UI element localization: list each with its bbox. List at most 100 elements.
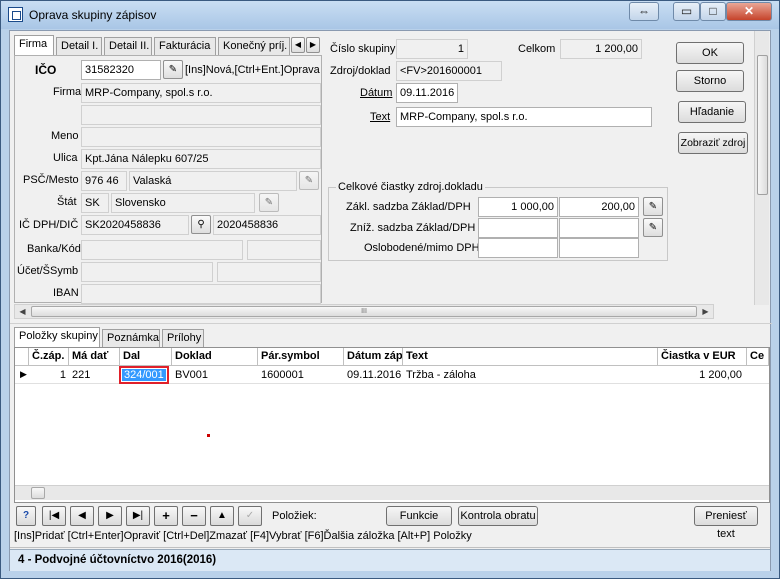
chevron-left-icon: ◀ bbox=[294, 40, 302, 49]
icdph-field[interactable]: SK2020458836 bbox=[81, 215, 189, 235]
ziz-dph-field[interactable] bbox=[559, 218, 639, 238]
form-vertical-scrollbar[interactable] bbox=[754, 31, 769, 305]
delete-record-button[interactable]: − bbox=[182, 506, 206, 526]
ziz-zaklad-field[interactable] bbox=[478, 218, 558, 238]
prev-record-button[interactable]: ◀ bbox=[70, 506, 94, 526]
minimize-button[interactable]: ▭ bbox=[673, 2, 700, 21]
cell-ma-dat[interactable]: 221 bbox=[69, 367, 120, 384]
add-record-button[interactable]: + bbox=[154, 506, 178, 526]
cell-cislo[interactable]: 1 bbox=[29, 367, 69, 384]
tab-prilohy[interactable]: Prílohy bbox=[162, 329, 204, 347]
col-text[interactable]: Text bbox=[403, 348, 658, 365]
close-icon: ✕ bbox=[743, 4, 755, 18]
post-record-button[interactable]: ✓ bbox=[238, 506, 262, 526]
cell-datum[interactable]: 09.11.2016 bbox=[344, 367, 403, 384]
zakl-zaklad-field[interactable]: 1 000,00 bbox=[478, 197, 558, 217]
next-record-button[interactable]: ▶ bbox=[98, 506, 122, 526]
col-dal[interactable]: Dal bbox=[120, 348, 172, 365]
psc-field[interactable]: 976 46 bbox=[81, 171, 127, 191]
tab-scroll-left[interactable]: ◀ bbox=[291, 37, 305, 53]
col-ce[interactable]: Ce bbox=[747, 348, 769, 365]
zdroj-doklad-field[interactable]: <FV>201600001 bbox=[396, 61, 502, 81]
grid-hscroll-thumb[interactable] bbox=[31, 487, 45, 499]
ucet-field[interactable] bbox=[81, 262, 213, 282]
tab-poznamka[interactable]: Poznámka bbox=[102, 329, 160, 347]
mesto-lookup-button[interactable]: ✎ bbox=[299, 171, 319, 190]
hladanie-button[interactable]: Hľadanie bbox=[678, 101, 746, 123]
tab-firma[interactable]: Firma bbox=[14, 35, 54, 55]
datum-field[interactable]: 09.11.2016 bbox=[396, 83, 458, 103]
scroll-left-icon[interactable]: ◀ bbox=[15, 305, 30, 318]
icdph-label: IČ DPH/DIČ bbox=[19, 219, 79, 231]
firma-field-2[interactable] bbox=[81, 105, 321, 125]
last-record-button[interactable]: ▶| bbox=[126, 506, 150, 526]
vscroll-thumb[interactable] bbox=[757, 55, 768, 195]
ico-input[interactable]: 31582320 bbox=[81, 60, 161, 80]
table-row[interactable]: ▶ 1 221 324/001 BV001 1600001 09.11.2016… bbox=[15, 366, 769, 384]
zobrazit-zdroj-button[interactable]: Zobraziť zdroj bbox=[678, 132, 748, 154]
first-record-button[interactable]: |◀ bbox=[42, 506, 66, 526]
tab-polozky-skupiny[interactable]: Položky skupiny bbox=[14, 327, 100, 347]
app-icon bbox=[8, 7, 23, 22]
restore-size-button[interactable]: ⇔ bbox=[629, 2, 659, 21]
text-field[interactable]: MRP-Company, spol.s r.o. bbox=[396, 107, 652, 127]
scroll-right-icon[interactable]: ▶ bbox=[698, 305, 713, 318]
cell-doklad[interactable]: BV001 bbox=[172, 367, 258, 384]
ok-button[interactable]: OK bbox=[676, 42, 744, 64]
col-ciastka[interactable]: Čiastka v EUR bbox=[658, 348, 747, 365]
stat-name-field[interactable]: Slovensko bbox=[111, 193, 255, 213]
form-horizontal-scrollbar[interactable]: ◀ III ▶ bbox=[14, 304, 714, 319]
ziz-sadzba-label: Zníž. sadzba Základ/DPH bbox=[350, 222, 476, 234]
ulica-field[interactable]: Kpt.Jána Nálepku 607/25 bbox=[81, 149, 321, 169]
oslobodene-field-2[interactable] bbox=[559, 238, 639, 258]
meno-field[interactable] bbox=[81, 127, 321, 147]
tab-detail-2[interactable]: Detail II. bbox=[104, 37, 152, 55]
col-doklad[interactable]: Doklad bbox=[172, 348, 258, 365]
totals-group-title: Celkové čiastky zdroj.dokladu bbox=[336, 181, 485, 193]
stat-lookup-button[interactable]: ✎ bbox=[259, 193, 279, 212]
cell-par-symbol[interactable]: 1600001 bbox=[258, 367, 344, 384]
banka-field[interactable] bbox=[81, 240, 243, 260]
grid-horizontal-scrollbar[interactable] bbox=[15, 485, 769, 500]
kod-field[interactable] bbox=[247, 240, 321, 260]
ok-label: OK bbox=[702, 47, 718, 59]
first-icon: |◀ bbox=[48, 510, 60, 521]
funkcie-button[interactable]: Funkcie bbox=[386, 506, 452, 526]
title-bar[interactable]: Oprava skupiny zápisov ⇔ ▭ □ ✕ bbox=[1, 1, 779, 29]
cell-dal[interactable]: 324/001 bbox=[122, 369, 166, 381]
mesto-field[interactable]: Valaská bbox=[129, 171, 297, 191]
ssymb-field[interactable] bbox=[217, 262, 321, 282]
cell-ciastka[interactable]: 1 200,00 bbox=[658, 367, 745, 384]
keyboard-hint: [Ins]Pridať [Ctrl+Enter]Opraviť [Ctrl+De… bbox=[14, 530, 472, 542]
kontrola-obratu-button[interactable]: Kontrola obratu bbox=[458, 506, 538, 526]
maximize-button[interactable]: □ bbox=[700, 2, 726, 21]
cell-text[interactable]: Tržba - záloha bbox=[403, 367, 658, 384]
zakl-detail-button[interactable]: ✎ bbox=[643, 197, 663, 216]
preniest-text-button[interactable]: Preniesť text bbox=[694, 506, 758, 540]
firma-field[interactable]: MRP-Company, spol.s r.o. bbox=[81, 83, 321, 103]
col-par-symbol[interactable]: Pár.symbol bbox=[258, 348, 344, 365]
cislo-skupiny-field[interactable]: 1 bbox=[396, 39, 468, 59]
items-grid: Č.záp. Má dať Dal Doklad Pár.symbol Dátu… bbox=[14, 347, 770, 503]
notepad-icon: ✎ bbox=[168, 64, 178, 75]
close-button[interactable]: ✕ bbox=[726, 2, 772, 21]
iban-field[interactable] bbox=[81, 284, 321, 304]
tab-detail-1[interactable]: Detail I. bbox=[56, 37, 102, 55]
col-ma-dat[interactable]: Má dať bbox=[69, 348, 120, 365]
oslobodene-field[interactable] bbox=[478, 238, 558, 258]
dic-field[interactable]: 2020458836 bbox=[213, 215, 321, 235]
col-cislo[interactable]: Č.záp. bbox=[29, 348, 69, 365]
help-button[interactable]: ? bbox=[16, 506, 36, 526]
icdph-search-button[interactable]: ⚲ bbox=[191, 215, 211, 234]
hscroll-thumb[interactable]: III bbox=[31, 306, 697, 317]
edit-record-button[interactable]: ▲ bbox=[210, 506, 234, 526]
tab-scroll-right[interactable]: ▶ bbox=[306, 37, 320, 53]
ico-lookup-button[interactable]: ✎ bbox=[163, 60, 183, 79]
col-datum[interactable]: Dátum záp bbox=[344, 348, 403, 365]
stat-code-field[interactable]: SK bbox=[81, 193, 109, 213]
tab-fakturacia[interactable]: Fakturácia bbox=[154, 37, 216, 55]
tab-konecny-prij[interactable]: Konečný príj. bbox=[218, 37, 290, 55]
storno-button[interactable]: Storno bbox=[676, 70, 744, 92]
ziz-detail-button[interactable]: ✎ bbox=[643, 218, 663, 237]
zakl-dph-field[interactable]: 200,00 bbox=[559, 197, 639, 217]
